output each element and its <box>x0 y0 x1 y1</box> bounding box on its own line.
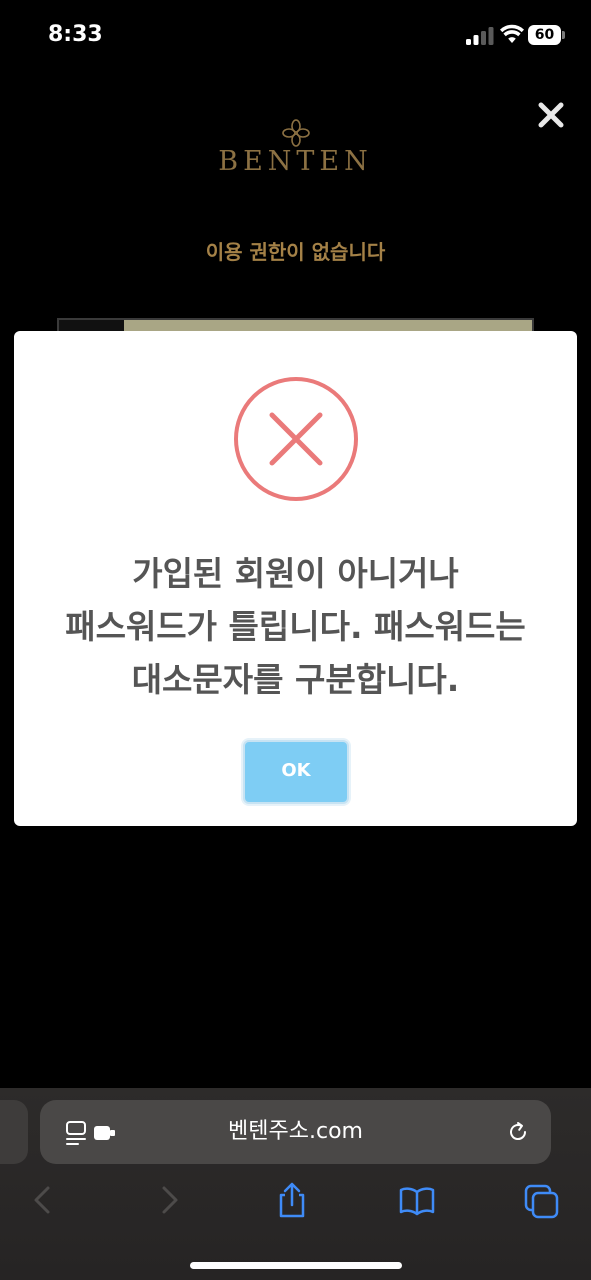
forward-icon[interactable] <box>152 1180 188 1220</box>
address-bar[interactable]: 벤텐주소.com <box>40 1100 551 1164</box>
alert-message-line: 가입된 회원이 아니거나 <box>132 554 459 593</box>
back-icon[interactable] <box>26 1180 62 1220</box>
ok-button[interactable]: OK <box>243 740 349 804</box>
alert-message-line: 대소문자를 구분합니다. <box>131 660 460 699</box>
wifi-icon <box>500 24 524 43</box>
previous-tab-preview[interactable] <box>0 1100 28 1164</box>
error-x-icon <box>234 377 358 501</box>
alert-message: 가입된 회원이 아니거나 패스워드가 틀립니다. 패스워드는 대소문자를 구분합… <box>14 547 577 706</box>
tabs-icon[interactable] <box>524 1180 560 1220</box>
alert-message-line: 패스워드가 틀립니다. 패스워드는 <box>65 607 526 646</box>
close-icon[interactable] <box>534 98 568 132</box>
url-text: 벤텐주소.com <box>228 1119 363 1144</box>
status-bar: 8:33 60 <box>0 0 591 70</box>
home-indicator[interactable] <box>190 1262 402 1269</box>
reload-icon[interactable] <box>506 1120 530 1144</box>
browser-bar: 벤텐주소.com <box>0 1088 591 1280</box>
status-time: 8:33 <box>48 22 103 47</box>
alert-dialog: 가입된 회원이 아니거나 패스워드가 틀립니다. 패스워드는 대소문자를 구분합… <box>14 331 577 826</box>
no-permission-text: 이용 권한이 없습니다 <box>205 240 386 264</box>
benten-logo-icon <box>282 119 310 147</box>
share-icon[interactable] <box>274 1180 310 1220</box>
logo-text: BENTEN <box>218 146 373 177</box>
battery-icon: 60 <box>528 25 566 45</box>
cellular-signal-icon <box>466 27 494 45</box>
battery-level: 60 <box>534 27 555 43</box>
bookmarks-icon[interactable] <box>399 1180 435 1220</box>
